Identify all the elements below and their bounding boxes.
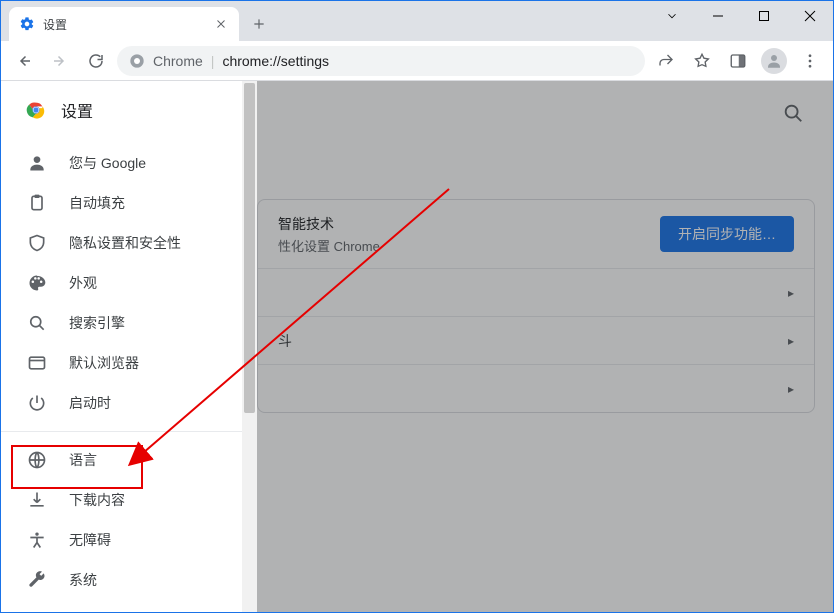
sidebar-item-label: 启动时 [69, 393, 111, 413]
globe-icon [27, 450, 47, 470]
sidebar-items: 您与 Google 自动填充 隐私设置和安全性 外观 搜索引擎 默认浏览器 [1, 139, 257, 612]
omnibox-separator: | [211, 53, 215, 69]
reload-button[interactable] [81, 46, 111, 76]
browser-tab[interactable]: 设置 [9, 7, 239, 41]
chrome-logo-icon [25, 99, 47, 121]
sidebar-item-label: 您与 Google [69, 153, 146, 173]
sidebar-item-label: 默认浏览器 [69, 353, 139, 373]
new-tab-button[interactable] [245, 10, 273, 38]
sidebar-item-label: 自动填充 [69, 193, 125, 213]
shield-icon [27, 233, 47, 253]
sidebar-item-autofill[interactable]: 自动填充 [1, 183, 257, 223]
palette-icon [27, 273, 47, 293]
sidebar-item-label: 下载内容 [69, 490, 125, 510]
sidebar-item-label: 隐私设置和安全性 [69, 233, 181, 253]
sidebar-item-system[interactable]: 系统 [1, 560, 257, 600]
accessibility-icon [27, 530, 47, 550]
address-bar[interactable]: Chrome | chrome://settings [117, 46, 645, 76]
scrollbar-thumb[interactable] [244, 83, 255, 413]
sidebar-item-search-engine[interactable]: 搜索引擎 [1, 303, 257, 343]
search-icon [27, 313, 47, 333]
profile-avatar[interactable] [759, 46, 789, 76]
wrench-icon [27, 570, 47, 590]
forward-button[interactable] [45, 46, 75, 76]
browser-toolbar: Chrome | chrome://settings [1, 41, 833, 81]
sidebar-item-label: 搜索引擎 [69, 313, 125, 333]
sidebar-item-label: 无障碍 [69, 530, 111, 550]
sidebar-item-privacy[interactable]: 隐私设置和安全性 [1, 223, 257, 263]
sidebar-item-label: 外观 [69, 273, 97, 293]
sidebar-item-languages[interactable]: 语言 [1, 440, 257, 480]
window-titlebar: 设置 [1, 1, 833, 41]
sidebar-header: 设置 [1, 81, 257, 139]
kebab-menu-icon[interactable] [795, 46, 825, 76]
settings-sidebar: 设置 您与 Google 自动填充 隐私设置和安全性 外观 搜索引擎 [1, 81, 257, 612]
sidebar-item-accessibility[interactable]: 无障碍 [1, 520, 257, 560]
scrim-overlay[interactable] [257, 81, 833, 612]
side-panel-icon[interactable] [723, 46, 753, 76]
gear-icon [19, 16, 35, 32]
maximize-button[interactable] [741, 1, 787, 31]
sidebar-title: 设置 [61, 98, 93, 122]
omnibox-label: Chrome [153, 53, 203, 69]
sidebar-item-label: 语言 [69, 450, 97, 470]
chrome-icon [129, 53, 145, 69]
clipboard-icon [27, 193, 47, 213]
tab-title: 设置 [43, 16, 205, 33]
person-icon [27, 153, 47, 173]
sidebar-item-downloads[interactable]: 下载内容 [1, 480, 257, 520]
omnibox-url: chrome://settings [222, 53, 329, 69]
power-icon [27, 393, 47, 413]
minimize-button[interactable] [695, 1, 741, 31]
sidebar-scrollbar[interactable] [242, 81, 257, 612]
close-window-button[interactable] [787, 1, 833, 31]
sidebar-item-appearance[interactable]: 外观 [1, 263, 257, 303]
share-icon[interactable] [651, 46, 681, 76]
browser-icon [27, 353, 47, 373]
download-icon [27, 490, 47, 510]
back-button[interactable] [9, 46, 39, 76]
content-area: 设置 您与 Google 自动填充 隐私设置和安全性 外观 搜索引擎 [1, 81, 833, 612]
chevron-down-icon[interactable] [649, 1, 695, 31]
close-icon[interactable] [213, 16, 229, 32]
sidebar-separator [1, 431, 257, 432]
bookmark-icon[interactable] [687, 46, 717, 76]
sidebar-item-default-browser[interactable]: 默认浏览器 [1, 343, 257, 383]
sidebar-item-on-startup[interactable]: 启动时 [1, 383, 257, 423]
sidebar-item-you-and-google[interactable]: 您与 Google [1, 143, 257, 183]
window-controls [649, 1, 833, 31]
sidebar-item-label: 系统 [69, 570, 97, 590]
